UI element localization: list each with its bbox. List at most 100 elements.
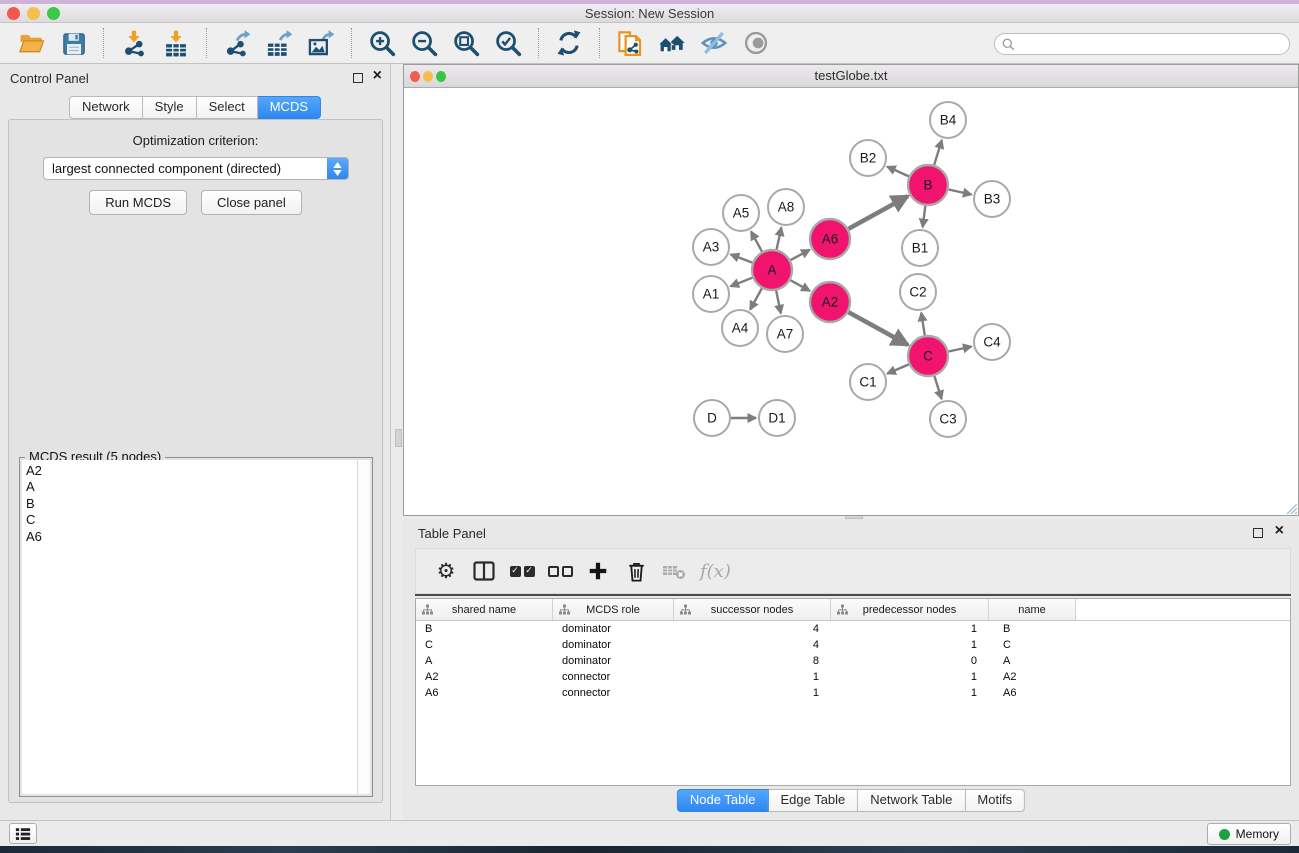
column-header-name[interactable]: name: [989, 599, 1076, 620]
table-tab-motifs[interactable]: Motifs: [965, 789, 1025, 812]
tab-network[interactable]: Network: [69, 96, 143, 119]
refresh-view-button[interactable]: [552, 27, 586, 59]
edge-A-A2[interactable]: [790, 280, 809, 291]
criterion-dropdown[interactable]: largest connected component (directed): [43, 157, 349, 180]
new-network-from-file-button[interactable]: [613, 27, 647, 59]
node-B2[interactable]: B2: [850, 140, 886, 176]
run-mcds-button[interactable]: Run MCDS: [89, 190, 187, 215]
search-box[interactable]: [994, 33, 1290, 55]
node-A7[interactable]: A7: [767, 316, 803, 352]
node-A4[interactable]: A4: [722, 310, 758, 346]
table-row[interactable]: A6connector11A6: [416, 685, 1290, 701]
edge-C-C2[interactable]: [921, 313, 925, 336]
result-scrollbar[interactable]: [357, 460, 370, 794]
node-A8[interactable]: A8: [768, 189, 804, 225]
node-C2[interactable]: C2: [900, 274, 936, 310]
table-tab-edge-table[interactable]: Edge Table: [768, 789, 858, 812]
node-A[interactable]: A: [752, 250, 792, 290]
edge-A6-B[interactable]: [848, 196, 907, 229]
mcds-result-item[interactable]: C: [22, 512, 357, 528]
float-panel-icon[interactable]: [353, 73, 363, 83]
network-zoom-button[interactable]: [436, 71, 446, 82]
edge-A-A8[interactable]: [777, 227, 782, 249]
zoom-out-button[interactable]: [407, 27, 441, 59]
zoom-fit-button[interactable]: [449, 27, 483, 59]
node-C4[interactable]: C4: [974, 324, 1010, 360]
edge-C-C4[interactable]: [949, 346, 972, 351]
import-table-button[interactable]: [159, 27, 193, 59]
edge-C-C1[interactable]: [887, 364, 908, 373]
node-D[interactable]: D: [694, 400, 730, 436]
edge-A-A4[interactable]: [750, 288, 762, 309]
column-header-mcds-role[interactable]: MCDS role: [553, 599, 674, 620]
vertical-splitter-grip[interactable]: [395, 429, 402, 447]
zoom-selected-button[interactable]: [491, 27, 525, 59]
node-B4[interactable]: B4: [930, 102, 966, 138]
float-table-panel-icon[interactable]: [1253, 528, 1263, 538]
close-window-button[interactable]: [7, 7, 20, 20]
edge-B-B4[interactable]: [934, 140, 942, 165]
search-input[interactable]: [1020, 37, 1289, 51]
zoom-window-button[interactable]: [47, 7, 60, 20]
minimize-window-button[interactable]: [27, 7, 40, 20]
close-panel-icon[interactable]: ×: [373, 67, 382, 85]
edge-B-B2[interactable]: [887, 167, 909, 177]
node-C[interactable]: C: [908, 336, 948, 376]
mcds-result-item[interactable]: A2: [22, 463, 357, 479]
close-panel-button[interactable]: Close panel: [201, 190, 302, 215]
export-network-button[interactable]: [220, 27, 254, 59]
node-A6[interactable]: A6: [810, 219, 850, 259]
column-header-successor-nodes[interactable]: successor nodes: [674, 599, 831, 620]
export-image-button[interactable]: [304, 27, 338, 59]
task-history-button[interactable]: [9, 823, 37, 844]
show-all-networks-button[interactable]: [655, 27, 689, 59]
table-row[interactable]: Cdominator41C: [416, 637, 1290, 653]
column-header-shared-name[interactable]: shared name: [416, 599, 553, 620]
delete-column-button[interactable]: [618, 553, 654, 589]
tab-style[interactable]: Style: [143, 96, 197, 119]
table-row[interactable]: Bdominator41B: [416, 621, 1290, 637]
export-table-button[interactable]: [262, 27, 296, 59]
mcds-result-item[interactable]: A: [22, 479, 357, 495]
tab-mcds[interactable]: MCDS: [258, 96, 321, 119]
node-B3[interactable]: B3: [974, 181, 1010, 217]
edge-A-A6[interactable]: [791, 250, 810, 260]
edge-A2-C[interactable]: [848, 312, 907, 345]
network-close-button[interactable]: [410, 71, 420, 82]
node-B1[interactable]: B1: [902, 230, 938, 266]
edge-B-B3[interactable]: [949, 189, 972, 194]
edge-A-A5[interactable]: [751, 231, 762, 251]
show-graphics-details-button[interactable]: [739, 27, 773, 59]
hide-graphics-details-button[interactable]: [697, 27, 731, 59]
zoom-in-button[interactable]: [365, 27, 399, 59]
node-D1[interactable]: D1: [759, 400, 795, 436]
open-session-button[interactable]: [14, 27, 48, 59]
table-row[interactable]: A2connector11A2: [416, 669, 1290, 685]
edge-A-A3[interactable]: [731, 254, 753, 262]
edge-C-C3[interactable]: [934, 376, 941, 399]
memory-button[interactable]: Memory: [1207, 823, 1291, 845]
edge-B-B1[interactable]: [923, 206, 926, 227]
node-A1[interactable]: A1: [693, 276, 729, 312]
node-A5[interactable]: A5: [723, 195, 759, 231]
node-C3[interactable]: C3: [930, 401, 966, 437]
tab-select[interactable]: Select: [197, 96, 258, 119]
edge-A-A7[interactable]: [776, 291, 781, 314]
import-network-button[interactable]: [117, 27, 151, 59]
table-tab-node-table[interactable]: Node Table: [677, 789, 769, 812]
node-A2[interactable]: A2: [810, 282, 850, 322]
edge-A-A1[interactable]: [731, 278, 753, 287]
save-session-button[interactable]: [56, 27, 90, 59]
column-header-predecessor-nodes[interactable]: predecessor nodes: [831, 599, 989, 620]
table-row[interactable]: Adominator80A: [416, 653, 1290, 669]
network-canvas-svg[interactable]: AA1A2A3A4A5A6A7A8BB1B2B3B4CC1C2C3C4DD1: [404, 88, 1298, 515]
table-settings-button[interactable]: ⚙: [428, 553, 464, 589]
select-all-columns-button[interactable]: ✓✓: [504, 553, 540, 589]
create-column-button[interactable]: [580, 553, 616, 589]
resize-grip-icon[interactable]: [1285, 502, 1297, 514]
mcds-result-item[interactable]: A6: [22, 529, 357, 545]
close-table-panel-icon[interactable]: ×: [1275, 522, 1284, 540]
mcds-result-item[interactable]: B: [22, 496, 357, 512]
network-minimize-button[interactable]: [423, 71, 433, 82]
table-tab-network-table[interactable]: Network Table: [858, 789, 965, 812]
